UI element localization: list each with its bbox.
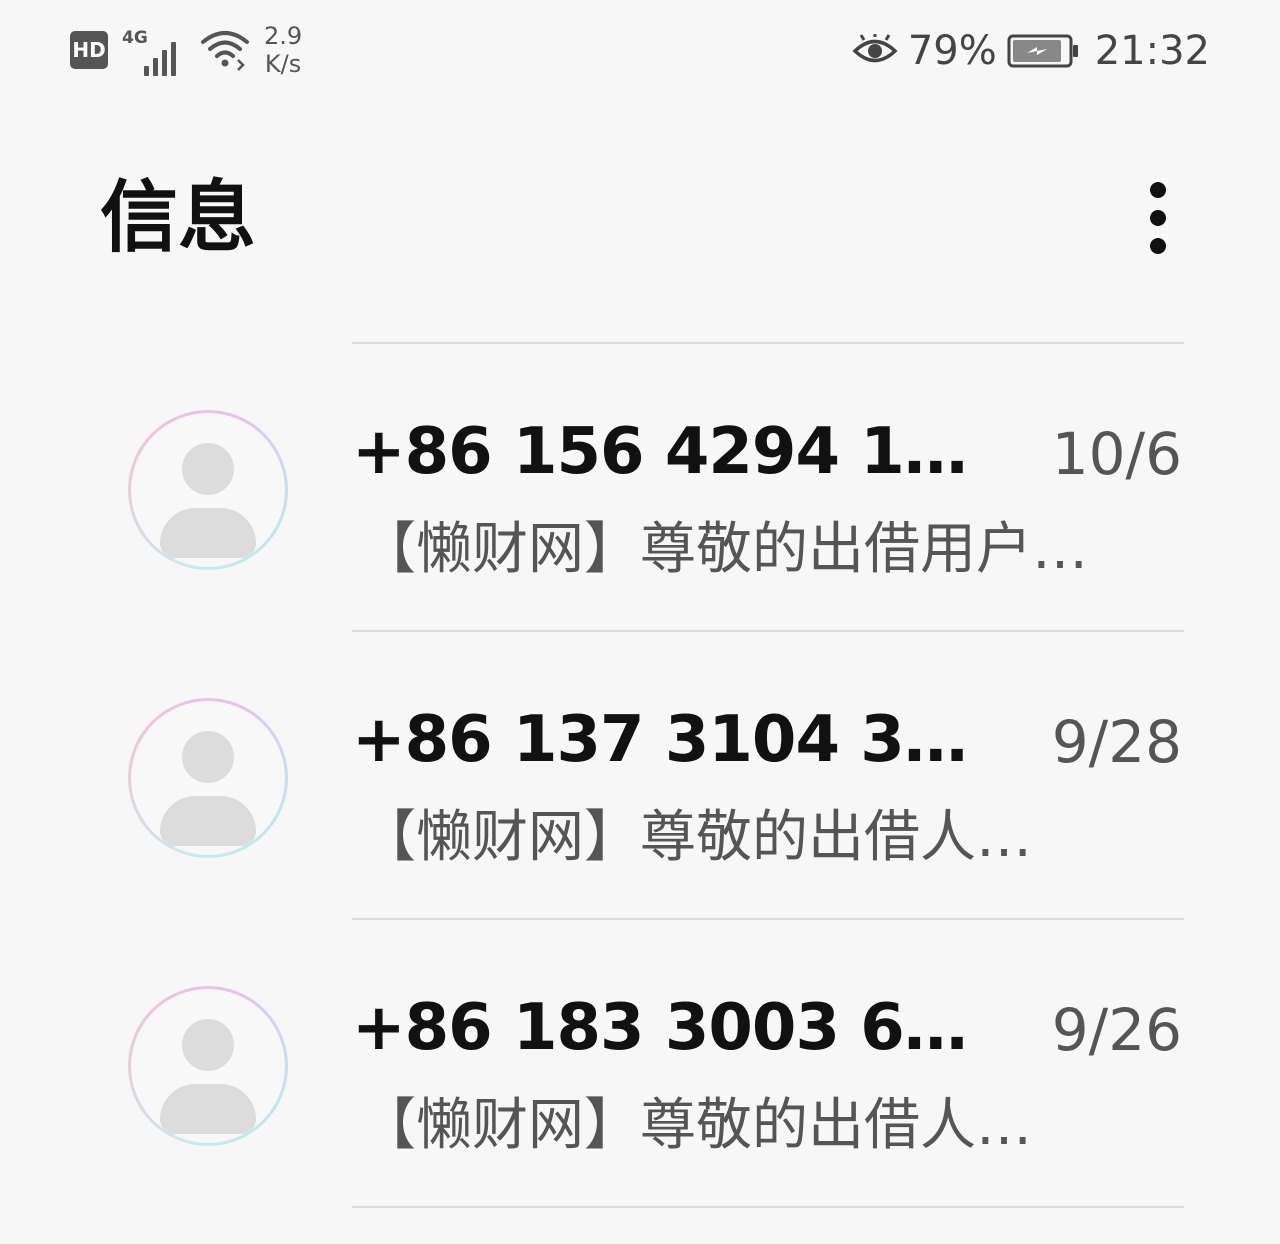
- status-right: 79% 21:32: [852, 28, 1210, 74]
- speed-unit: K/s: [264, 50, 302, 78]
- conversation-item[interactable]: +86 137 3104 3… 9/28 【懒财网】尊敬的出借人…: [0, 632, 1280, 920]
- conversation-item[interactable]: +86 156 4294 1… 10/6 【懒财网】尊敬的出借用户…: [0, 344, 1280, 632]
- hd-badge: HD: [70, 31, 108, 69]
- signal-indicator: 4G: [122, 24, 186, 76]
- page-title: 信息: [100, 173, 257, 263]
- conversation-date: 10/6: [1051, 420, 1182, 488]
- status-bar: HD 4G 2.9 K/s 79% 21:32: [0, 0, 1280, 110]
- list-divider: [352, 1206, 1184, 1208]
- conversation-preview: 【懒财网】尊敬的出借用户…: [360, 517, 1088, 582]
- conversation-date: 9/26: [1051, 996, 1182, 1064]
- battery-charging-icon: [1007, 34, 1078, 68]
- conversation-date: 9/28: [1051, 708, 1182, 776]
- contact-avatar: [128, 698, 288, 858]
- contact-avatar: [128, 986, 288, 1146]
- conversation-sender: +86 156 4294 1…: [352, 415, 968, 489]
- person-icon: [182, 443, 234, 495]
- wifi-icon: [201, 31, 249, 71]
- battery-percent: 79%: [907, 28, 997, 74]
- conversation-preview: 【懒财网】尊敬的出借人…: [360, 805, 1032, 870]
- contact-avatar: [128, 410, 288, 570]
- clock: 21:32: [1094, 28, 1210, 74]
- messages-screen: HD 4G 2.9 K/s 79% 21:32 信息 +86 156 4294 …: [0, 0, 1280, 1244]
- eye-icon: [852, 34, 898, 63]
- network-speed: 2.9 K/s: [264, 22, 302, 78]
- speed-value: 2.9: [264, 22, 303, 50]
- conversation-preview: 【懒财网】尊敬的出借人…: [360, 1093, 1032, 1158]
- person-icon: [182, 731, 234, 783]
- status-left: HD 4G 2.9 K/s: [70, 22, 302, 78]
- person-icon: [182, 1019, 234, 1071]
- signal-icon: [144, 42, 176, 76]
- conversation-sender: +86 183 3003 6…: [352, 991, 968, 1065]
- conversation-sender: +86 137 3104 3…: [352, 703, 968, 777]
- more-vert-icon: [1150, 182, 1166, 198]
- conversation-item[interactable]: +86 183 3003 6… 9/26 【懒财网】尊敬的出借人…: [0, 920, 1280, 1208]
- more-options-button[interactable]: [1130, 172, 1186, 264]
